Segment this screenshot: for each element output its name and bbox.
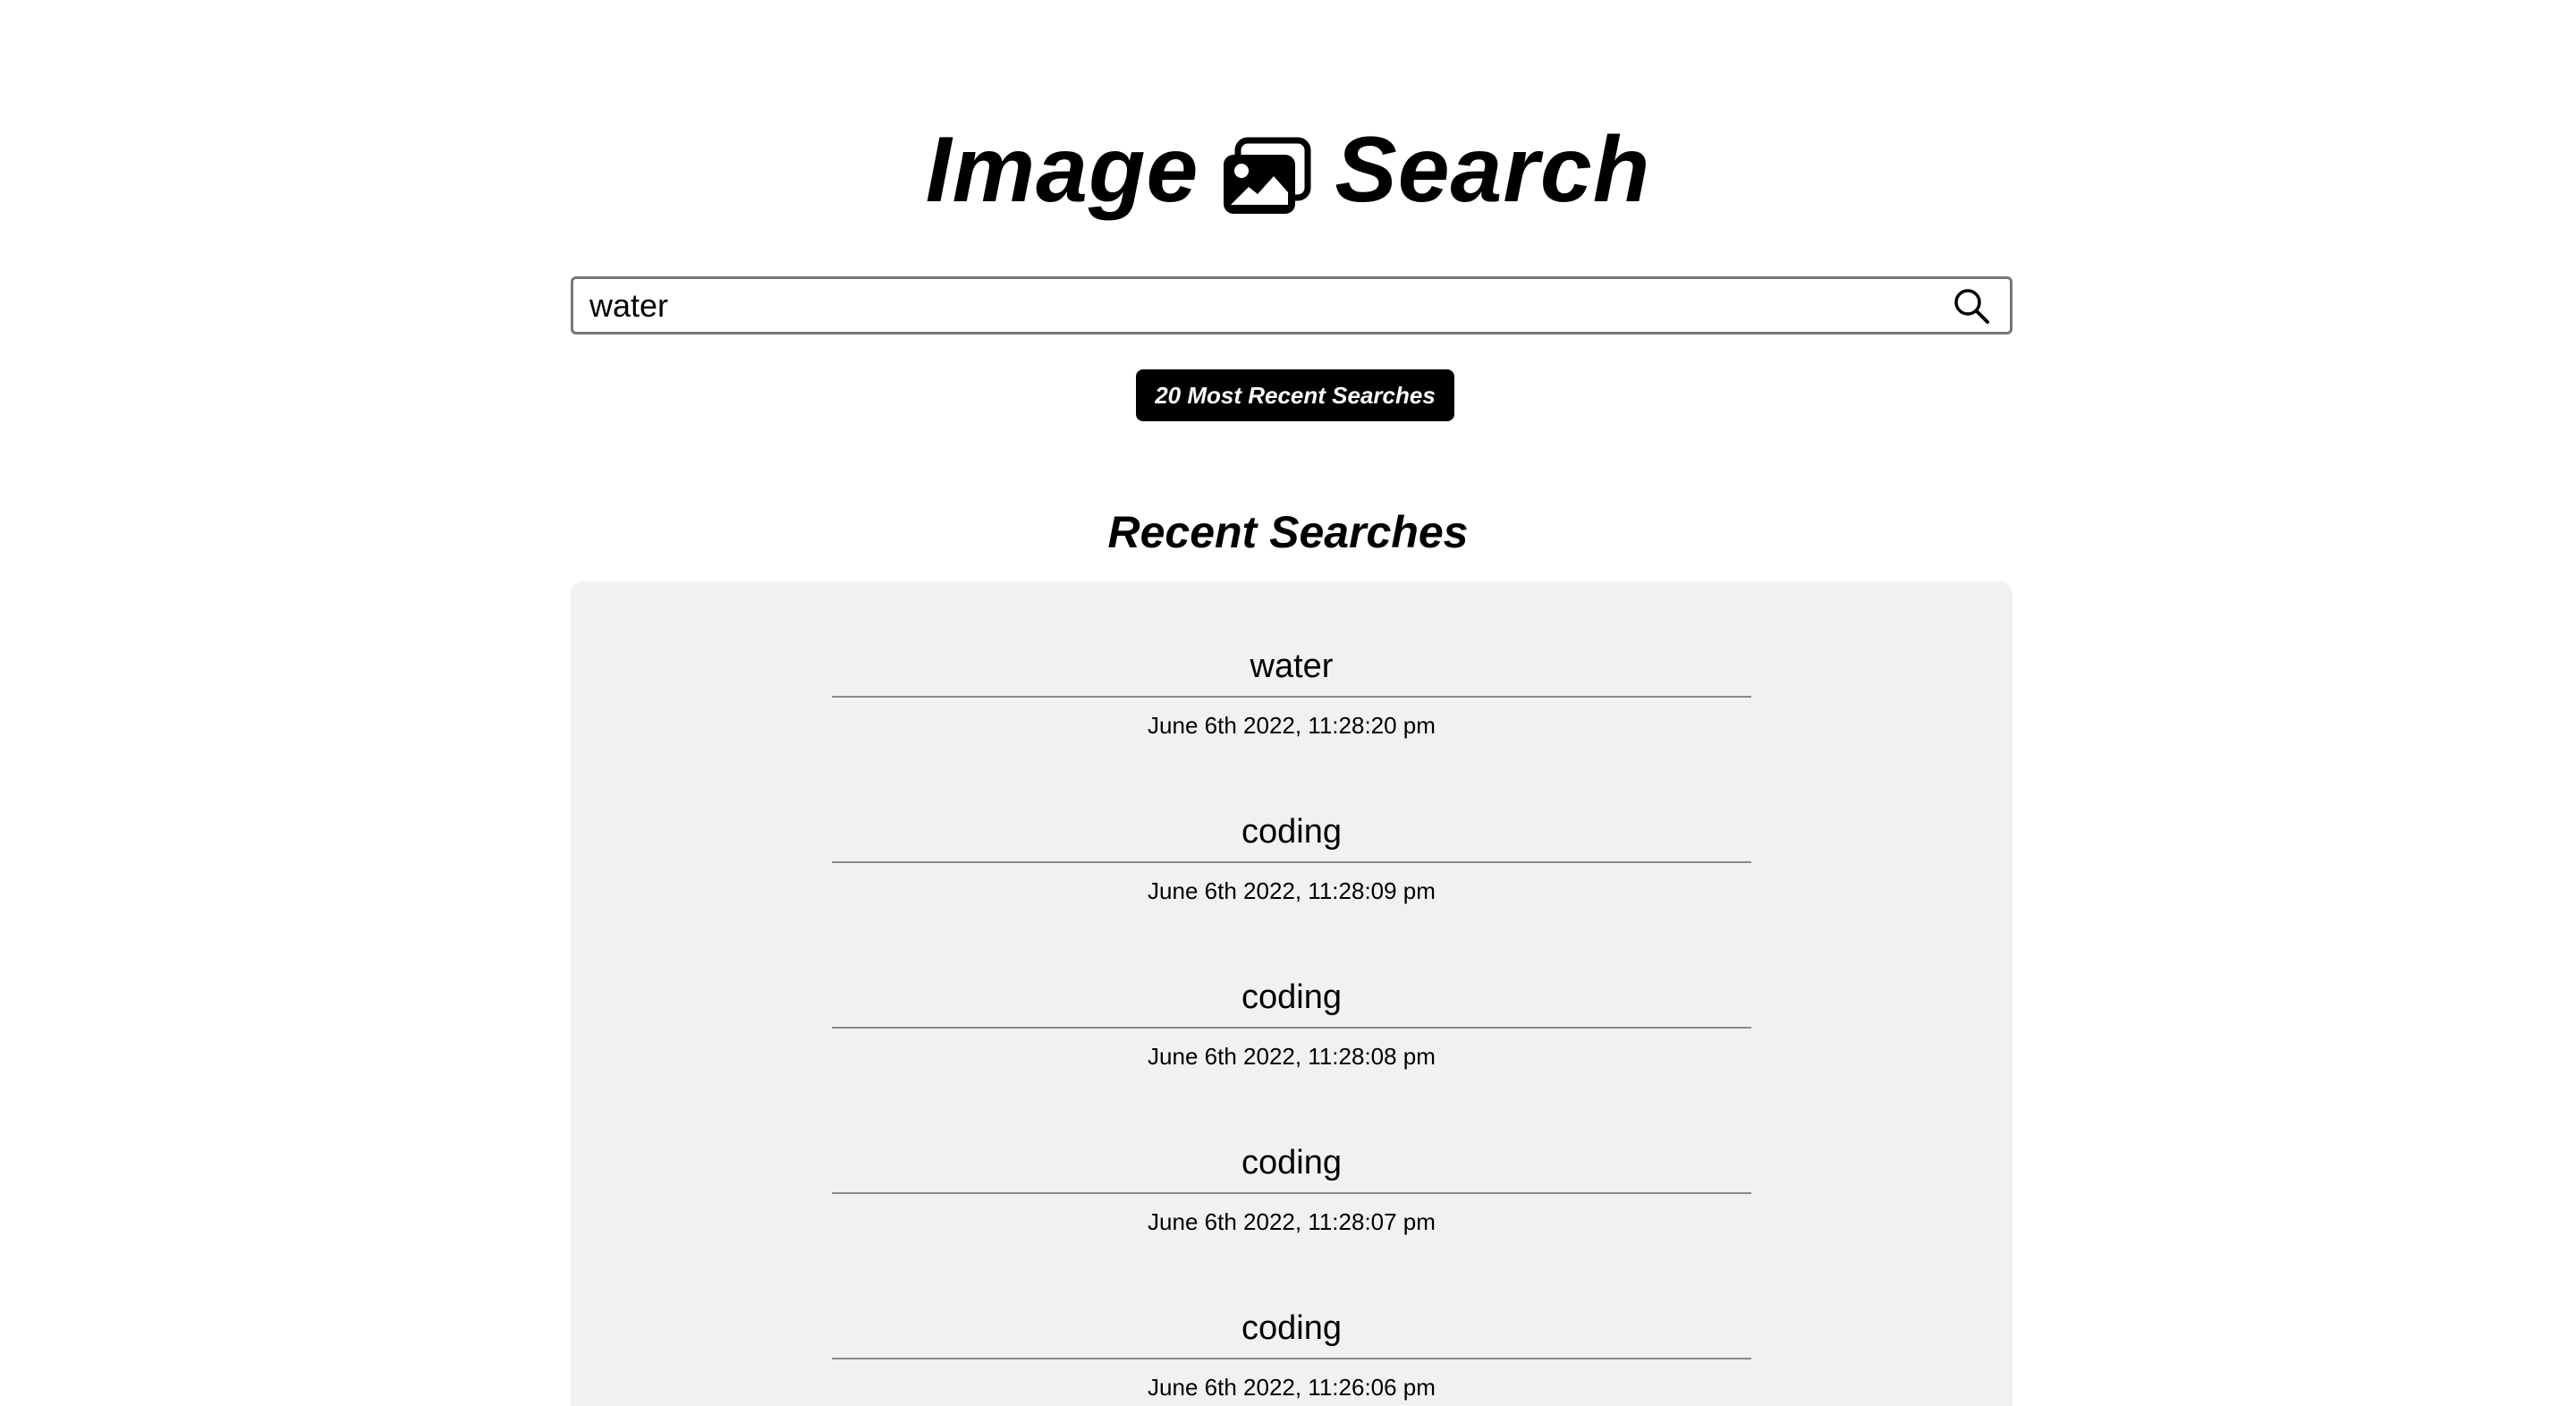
page: Image Search 20 Most Recent Searches Rec… bbox=[0, 0, 2576, 1406]
search-query-link[interactable]: water bbox=[832, 644, 1751, 698]
list-item: water June 6th 2022, 11:28:20 pm bbox=[832, 644, 1751, 741]
search-query-link[interactable]: coding bbox=[832, 975, 1751, 1029]
search-bar bbox=[571, 276, 2012, 335]
search-timestamp: June 6th 2022, 11:28:09 pm bbox=[1148, 877, 1436, 904]
list-item: coding June 6th 2022, 11:28:08 pm bbox=[832, 975, 1751, 1071]
list-item: coding June 6th 2022, 11:26:06 pm bbox=[832, 1306, 1751, 1402]
recent-searches-button[interactable]: 20 Most Recent Searches bbox=[1136, 369, 1454, 421]
page-title: Image Search bbox=[0, 107, 2576, 233]
search-timestamp: June 6th 2022, 11:28:07 pm bbox=[1148, 1208, 1436, 1235]
recent-searches-heading: Recent Searches bbox=[1107, 507, 1469, 557]
search-query-link[interactable]: coding bbox=[832, 1306, 1751, 1359]
images-icon bbox=[1222, 123, 1311, 214]
search-query-link[interactable]: coding bbox=[832, 1140, 1751, 1194]
search-timestamp: June 6th 2022, 11:28:20 pm bbox=[1148, 712, 1436, 739]
title-word-image: Image bbox=[925, 118, 1199, 222]
list-item: coding June 6th 2022, 11:28:09 pm bbox=[832, 809, 1751, 906]
search-timestamp: June 6th 2022, 11:26:06 pm bbox=[1148, 1374, 1436, 1401]
list-item: coding June 6th 2022, 11:28:07 pm bbox=[832, 1140, 1751, 1237]
search-query-link[interactable]: coding bbox=[832, 809, 1751, 863]
search-icon[interactable] bbox=[1953, 287, 1990, 325]
search-timestamp: June 6th 2022, 11:28:08 pm bbox=[1148, 1043, 1436, 1070]
search-input[interactable] bbox=[589, 279, 1913, 332]
title-word-search: Search bbox=[1335, 118, 1651, 222]
recent-searches-list: water June 6th 2022, 11:28:20 pm coding … bbox=[571, 581, 2012, 1406]
